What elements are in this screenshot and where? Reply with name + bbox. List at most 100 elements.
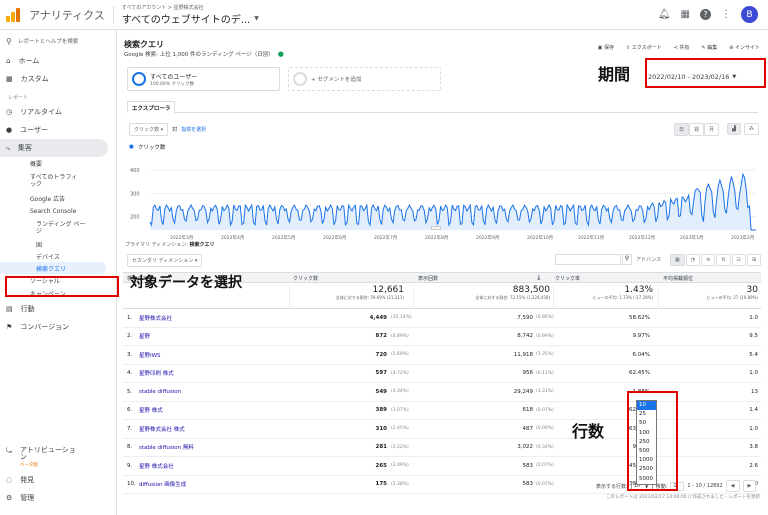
add-segment-button[interactable]: + セグメントを追加 [288,67,441,91]
sidebar-item-google-ads[interactable]: Google 広告 [0,192,116,205]
x-tick-label: 2022年9月 [476,234,499,241]
notification-bell-icon[interactable]: 🔔︎ [658,9,671,20]
column-header-position[interactable]: 平均掲載順位 [663,275,693,282]
granularity-month-button[interactable]: 月 [704,123,720,136]
segment-all-users[interactable]: すべてのユーザー 100.00% クリック数 [127,67,280,91]
column-header-impressions[interactable]: 表示回数 [418,275,438,282]
row-query[interactable]: 星野株式会社 [139,314,172,322]
account-selector[interactable]: すべてのアカウント > 星野株式会社 すべてのウェブサイトのデ... ▼ [122,4,259,26]
sidebar-item-landing-page[interactable]: ランディング ペー ジ [0,218,116,238]
sidebar-item-label: 概要 [30,161,43,168]
column-header-clicks[interactable]: クリック数 [293,275,318,282]
comparison-view-icon[interactable]: ⇅ [716,254,731,266]
table-filter-input[interactable] [555,254,621,265]
row-clicks-pct: (2.22%) [391,444,409,450]
help-icon[interactable]: ? [700,9,711,20]
pie-view-icon[interactable]: ◔ [685,254,701,266]
row-index: 8. [127,444,133,451]
check-circle-icon: ● [277,50,284,58]
select-metric-link[interactable]: 指標を選択 [181,126,206,133]
analytics-logo-icon[interactable] [6,7,22,22]
row-query[interactable]: stable diffusion [139,389,181,395]
segment-sub: 100.00% クリック数 [150,81,194,87]
row-query[interactable]: 星野印刷 株式 [139,369,174,377]
sidebar-item-label: アトリビューショ ン [19,446,76,461]
row-clicks: 389 [375,407,387,414]
next-page-button[interactable]: ▶ [742,480,757,492]
primary-dimension-value: 検索クエリ [189,242,215,248]
edit-button[interactable]: ✎ 編集 [701,44,717,51]
sidebar-item-custom[interactable]: ▦ カスタム [0,70,116,88]
pivot-view-icon[interactable]: ⊞ [747,254,762,266]
annotation-target: 対象データを選択 [130,275,242,291]
share-button[interactable]: ≺ 共有 [674,44,690,51]
row-index: 5. [127,388,133,395]
sidebar-item-device[interactable]: デバイス [0,250,116,262]
sidebar-item-behavior[interactable]: ▤ 行動 [0,300,116,318]
row-query[interactable]: stable diffusion 無料 [139,443,194,451]
motion-chart-icon[interactable]: ⁂ [743,123,759,135]
save-button[interactable]: ▣ 保存 [598,44,614,51]
line-chart-icon[interactable]: ▟ [727,123,741,135]
sidebar-item-overview[interactable]: 概要 [0,157,116,170]
row-query[interactable]: diffusion 画像生成 [139,480,186,488]
sidebar-item-conversion[interactable]: ⚑ コンバージョン [0,318,116,336]
sidebar-item-discover[interactable]: ◌ 発見 [0,471,117,489]
metric-selector[interactable]: クリック数 ▾ [129,123,169,136]
avatar[interactable]: B [741,6,758,23]
annotation-period: 期間 [598,65,631,84]
sidebar-item-country[interactable]: 国 [0,238,116,250]
sidebar-item-all-traffic[interactable]: すべてのトラフィ ック [0,170,116,192]
sidebar-item-label: 集客 [17,144,32,152]
term-cloud-icon[interactable]: ☷ [731,254,746,266]
tab-explorer[interactable]: エクスプローラ [127,101,176,113]
row-query[interactable]: 星野IWS [139,351,161,359]
performance-view-icon[interactable]: ≡ [701,254,716,266]
export-button[interactable]: ⇪ エクスポート [626,44,662,51]
insights-button[interactable]: ⊛ インサイト [729,44,760,51]
sidebar-item-acquisition[interactable]: ⤷ 集客 [0,139,108,157]
sidebar-item-queries[interactable]: 検索クエリ [0,262,106,274]
row-query[interactable]: 星野 株式会社 [139,462,174,470]
granularity-week-button[interactable]: 週 [689,123,705,136]
row-position: 13 [751,388,758,395]
sort-desc-icon[interactable]: ↓ [536,274,542,282]
row-clicks: 597 [375,370,387,377]
sidebar-item-realtime[interactable]: ◷ リアルタイム [0,103,116,121]
advanced-filter-link[interactable]: アドバンス [636,256,661,263]
table-view-icon[interactable]: ▦ [670,254,685,266]
share-label: 共有 [679,45,690,51]
row-impressions: 3,022 [517,444,533,451]
row-position: 1.0 [749,425,758,432]
legend-label: クリック数 [137,145,166,151]
sidebar-item-admin[interactable]: ⚙ 管理 [0,489,117,507]
sidebar-item-user[interactable]: ● ユーザー [0,121,116,139]
row-index: 6. [127,407,133,414]
sidebar-item-attribution[interactable]: ⤿ アトリビューショ ンベータ版 [0,445,117,471]
row-query[interactable]: 星野株式会社 株式 [139,425,185,433]
app-name: アナリティクス [29,8,105,22]
row-clicks: 720 [375,351,387,358]
column-header-ctr[interactable]: クリック率 [555,275,580,282]
segment-label: すべてのユーザー [150,73,198,81]
sidebar-item-label: デバイス [36,253,60,261]
row-query[interactable]: 星野 株式 [139,406,163,414]
sidebar: ⚲ レポートとヘルプを検索 ⌂ ホーム ▦ カスタム レポート ◷ リアルタイム ● ユー… [0,30,117,515]
sidebar-item-search-console[interactable]: Search Console [0,205,116,218]
sidebar-search[interactable]: ⚲ レポートとヘルプを検索 [0,30,116,52]
sidebar-item-home[interactable]: ⌂ ホーム [0,52,116,70]
sidebar-item-label: ホーム [18,57,40,65]
primary-dimension-label: プライマリ ディメンション: [125,242,188,248]
row-clicks: 281 [375,444,387,451]
granularity-day-button[interactable]: 日 [674,123,690,136]
row-query[interactable]: 星野 [139,332,150,340]
more-vert-icon[interactable]: ⋮ [721,9,731,20]
apps-grid-icon[interactable]: ▦ [681,9,690,20]
total-position-sub: ビューの平均: 27 (10.89%) [706,295,758,300]
filter-search-icon[interactable]: ⚲ [622,254,632,265]
chart-handle[interactable] [431,226,441,230]
gear-icon: ⚙ [6,494,13,502]
flag-icon: ⚑ [6,323,13,331]
prev-page-button[interactable]: ◀ [725,480,740,492]
secondary-dimension-button[interactable]: セカンダリ ディメンション ▾ [127,254,203,267]
